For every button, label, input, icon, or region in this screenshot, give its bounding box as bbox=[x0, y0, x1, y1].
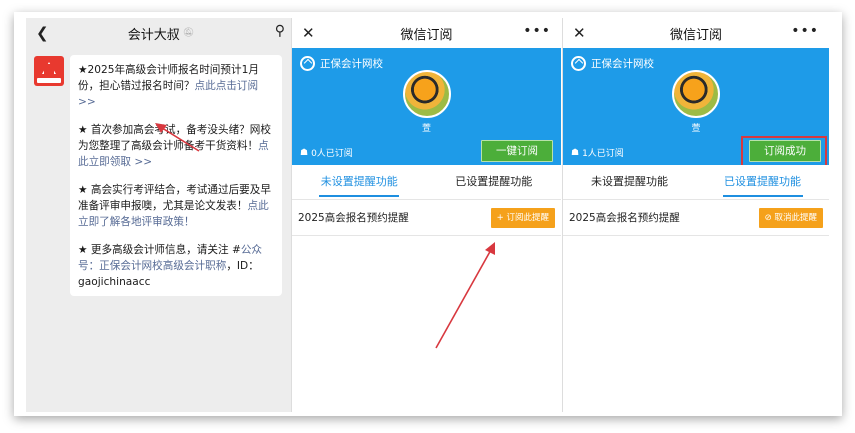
banner: 正保会计网校 萱 ☗ 1人已订阅 订阅成功 bbox=[563, 48, 829, 167]
profile-name: 萱 bbox=[421, 124, 431, 134]
close-icon[interactable]: ✕ bbox=[302, 24, 315, 42]
subscribe-header: ✕ 微信订阅 ••• bbox=[292, 18, 561, 48]
more-icon[interactable]: ••• bbox=[523, 23, 551, 39]
reminder-label: 2025高会报名预约提醒 bbox=[569, 212, 680, 224]
subscribe-header: ✕ 微信订阅 ••• bbox=[563, 18, 829, 48]
brand: 正保会计网校 bbox=[300, 56, 383, 71]
screenshot-frame: ❮ 会计大叔 🔕︎ ⚲ ★2025年高级会计师报名时间预计1月份，担心错过报名时… bbox=[14, 12, 842, 416]
reminder-label: 2025高会报名预约提醒 bbox=[298, 212, 409, 224]
message-2: ★ 首次参加高会考试，备考没头绪？网校为您整理了高级会计师备考干货资料！点此立即… bbox=[78, 124, 271, 168]
message-1: ★2025年高级会计师报名时间预计1月份，担心错过报名时间？点此点击订阅 >> bbox=[78, 64, 259, 108]
profile-name: 萱 bbox=[691, 124, 701, 134]
subscriber-count: ☗ 0人已订阅 bbox=[300, 147, 353, 160]
chevron-left-icon[interactable]: ❮ bbox=[36, 24, 49, 42]
chat-panel: ❮ 会计大叔 🔕︎ ⚲ ★2025年高级会计师报名时间预计1月份，担心错过报名时… bbox=[26, 18, 296, 412]
brand-logo-icon bbox=[300, 56, 315, 71]
people-icon: ☗ bbox=[571, 147, 580, 158]
tab-bar: 未设置提醒功能 已设置提醒功能 bbox=[292, 165, 561, 200]
list-item: 2025高会报名预约提醒 ⊘ 取消此提醒 bbox=[563, 200, 829, 236]
more-icon[interactable]: ••• bbox=[791, 23, 819, 39]
tab-bar: 未设置提醒功能 已设置提醒功能 bbox=[563, 165, 829, 200]
profile-picture bbox=[402, 70, 451, 118]
one-click-subscribe-button[interactable]: 一键订阅 bbox=[481, 140, 553, 162]
banner: 正保会计网校 萱 ☗ 0人已订阅 一键订阅 bbox=[292, 48, 561, 165]
logo-icon bbox=[42, 62, 56, 74]
bell-off-icon: 🔕︎ bbox=[182, 28, 195, 38]
tab-not-set[interactable]: 未设置提醒功能 bbox=[563, 165, 696, 199]
profile-picture bbox=[672, 70, 720, 118]
brand: 正保会计网校 bbox=[571, 56, 654, 71]
chat-title: 会计大叔 bbox=[127, 27, 180, 43]
tab-not-set[interactable]: 未设置提醒功能 bbox=[292, 165, 427, 199]
message-4: ★ 更多高级会计师信息，请关注 #公众号：正保会计网校高级会计职称，ID：gao… bbox=[78, 244, 263, 288]
subscribe-panel-after: ✕ 微信订阅 ••• 正保会计网校 萱 ☗ 1人已订阅 订阅成功 未设置提醒功能… bbox=[562, 18, 829, 412]
cancel-reminder-button[interactable]: ⊘ 取消此提醒 bbox=[758, 207, 823, 228]
page-title: 微信订阅 bbox=[400, 27, 453, 43]
page-title: 微信订阅 bbox=[669, 27, 722, 43]
highlight-box bbox=[741, 136, 827, 167]
list-item: 2025高会报名预约提醒 + 订阅此提醒 bbox=[292, 200, 561, 236]
subscribe-panel-before: ✕ 微信订阅 ••• 正保会计网校 萱 ☗ 0人已订阅 一键订阅 未设置提醒功能… bbox=[291, 18, 561, 412]
subscribe-reminder-button[interactable]: + 订阅此提醒 bbox=[490, 207, 555, 228]
tab-set[interactable]: 已设置提醒功能 bbox=[696, 165, 829, 199]
avatar[interactable] bbox=[34, 56, 64, 86]
close-icon[interactable]: ✕ bbox=[573, 24, 586, 42]
brand-logo-icon bbox=[571, 56, 586, 71]
chat-header: ❮ 会计大叔 🔕︎ ⚲ bbox=[26, 18, 296, 48]
message-bubble: ★2025年高级会计师报名时间预计1月份，担心错过报名时间？点此点击订阅 >> … bbox=[70, 55, 282, 296]
people-icon: ☗ bbox=[300, 147, 309, 158]
tab-set[interactable]: 已设置提醒功能 bbox=[427, 165, 562, 199]
subscriber-count: ☗ 1人已订阅 bbox=[571, 147, 624, 160]
message-3: ★ 高会实行考评结合，考试通过后要及早准备评审申报噢，尤其是论文发表！点此立即了… bbox=[78, 184, 271, 228]
person-icon[interactable]: ⚲ bbox=[275, 23, 286, 39]
